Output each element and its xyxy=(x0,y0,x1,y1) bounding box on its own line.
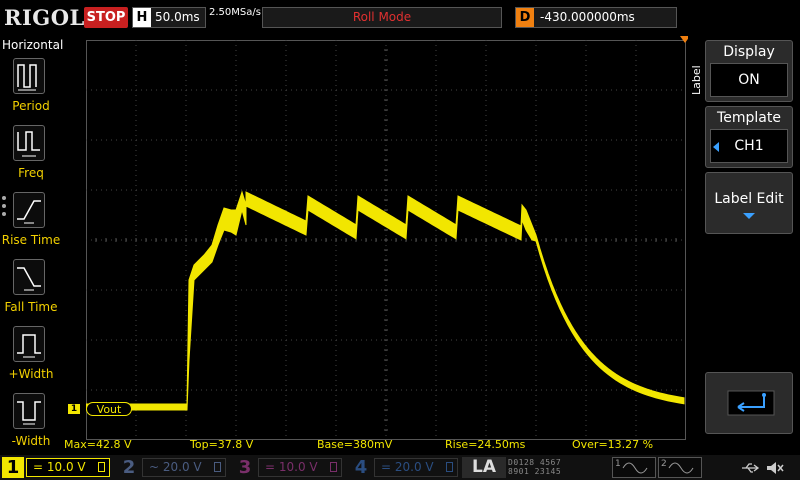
channel-2-scale-box: ~ 20.0 V xyxy=(142,458,226,477)
template-value: CH1 xyxy=(734,138,764,154)
measure-period-button[interactable]: Period xyxy=(0,58,62,124)
measure-positive-width-label: +Width xyxy=(8,367,54,381)
channel-4-scale: 20.0 V xyxy=(394,460,434,474)
channel-1-scale-box: = 10.0 V xyxy=(26,458,110,477)
channel-1-setting[interactable]: 1 = 10.0 V xyxy=(2,457,112,478)
channel-3-number: 3 xyxy=(238,457,252,478)
run-stop-indicator[interactable]: STOP xyxy=(84,7,128,28)
label-edit-button[interactable]: Label Edit xyxy=(705,172,793,234)
negative-width-icon xyxy=(13,393,45,429)
chevron-left-icon xyxy=(713,142,719,152)
channel-1-offset-marker[interactable]: 1 xyxy=(68,404,80,414)
channel-4-impedance-icon xyxy=(446,462,453,472)
waveform-display[interactable] xyxy=(86,40,686,440)
logic-analyzer-button[interactable]: LA xyxy=(462,457,506,478)
channel-2-setting[interactable]: 2 ~ 20.0 V xyxy=(118,457,228,478)
chevron-down-icon xyxy=(743,213,755,219)
measure-base: Base=380mV xyxy=(317,438,393,451)
channel-4-setting[interactable]: 4 = 20.0 V xyxy=(350,457,460,478)
measure-rise-time-button[interactable]: Rise Time xyxy=(0,192,62,258)
template-value-box: CH1 xyxy=(710,129,788,163)
frequency-icon xyxy=(13,125,45,161)
display-toggle[interactable]: Display ON xyxy=(705,40,793,102)
channel-3-scale-box: = 10.0 V xyxy=(258,458,342,477)
rise-time-icon xyxy=(13,192,45,228)
template-title: Template xyxy=(717,110,781,126)
measure-top: Top=37.8 V xyxy=(190,438,254,451)
digital-channel-status: D0128 4567 8901 23145 xyxy=(508,458,606,477)
measure-freq-button[interactable]: Freq xyxy=(0,125,62,191)
timebase-value: 50.0ms xyxy=(155,10,200,24)
measure-negative-width-label: -Width xyxy=(11,434,51,448)
display-title: Display xyxy=(723,44,775,60)
channel-1-label: Vout xyxy=(86,402,132,416)
sample-rate: 2.50MSa/s xyxy=(209,7,261,18)
measure-rise-time-label: Rise Time xyxy=(1,233,61,247)
channel-2-coupling-icon: ~ xyxy=(149,460,160,474)
measurement-results: Max=42.8 V Top=37.8 V Base=380mV Rise=24… xyxy=(62,437,690,453)
channel-4-scale-box: = 20.0 V xyxy=(374,458,458,477)
channel-2-impedance-icon xyxy=(214,462,221,472)
page-indicator-dots xyxy=(2,196,6,220)
brand-logo: RIGOL xyxy=(4,5,85,30)
positive-width-icon xyxy=(13,326,45,362)
channel-1-impedance-icon xyxy=(98,462,105,472)
label-edit-title: Label Edit xyxy=(714,191,784,207)
timebase-box[interactable]: H 50.0ms xyxy=(132,7,206,28)
return-arrow-icon xyxy=(727,390,775,416)
channel-4-coupling-icon: = xyxy=(381,460,392,474)
label-menu-tab: Label xyxy=(690,65,703,95)
channel-3-setting[interactable]: 3 = 10.0 V xyxy=(234,457,344,478)
acquisition-mode: Roll Mode xyxy=(262,7,502,28)
top-status-bar: RIGOL STOP H 50.0ms 2.50MSa/s Roll Mode … xyxy=(0,0,800,36)
measure-max: Max=42.8 V xyxy=(64,438,132,451)
period-icon xyxy=(13,58,45,94)
delay-box[interactable]: D -430.000000ms xyxy=(515,7,677,28)
back-button[interactable] xyxy=(705,372,793,434)
channel-status-bar: 1 = 10.0 V 2 ~ 20.0 V 3 = 10.0 V 4 = 20.… xyxy=(0,455,800,480)
measure-fall-time-label: Fall Time xyxy=(4,300,58,314)
measure-negative-width-button[interactable]: -Width xyxy=(0,393,62,459)
generator-1-number: 1 xyxy=(615,459,621,469)
channel-3-coupling-icon: = xyxy=(265,460,276,474)
generator-2-number: 2 xyxy=(661,459,667,469)
channel-2-scale: 20.0 V xyxy=(162,460,202,474)
delay-value: -430.000000ms xyxy=(540,10,635,24)
measure-overshoot: Over=13.27 % xyxy=(572,438,654,451)
channel-1-number: 1 xyxy=(2,457,24,478)
channel-2-number: 2 xyxy=(122,457,136,478)
graticule xyxy=(86,40,686,440)
measure-positive-width-button[interactable]: +Width xyxy=(0,326,62,392)
measure-period-label: Period xyxy=(12,99,50,113)
measure-fall-time-button[interactable]: Fall Time xyxy=(0,259,62,325)
generator-2-button[interactable]: 2 xyxy=(658,457,702,478)
measure-rise: Rise=24.50ms xyxy=(445,438,526,451)
channel-1-coupling-icon: = xyxy=(33,460,44,474)
template-selector[interactable]: Template CH1 xyxy=(705,106,793,168)
measure-freq-label: Freq xyxy=(18,166,44,180)
channel-3-impedance-icon xyxy=(330,462,337,472)
fall-time-icon xyxy=(13,259,45,295)
generator-1-button[interactable]: 1 xyxy=(612,457,656,478)
channel-1-scale: 10.0 V xyxy=(46,460,86,474)
channel-4-number: 4 xyxy=(354,457,368,478)
horizontal-tag: H xyxy=(133,8,151,27)
digital-channels-row-2: 8901 23145 xyxy=(508,467,562,476)
digital-channels-row-1: D0128 4567 xyxy=(508,458,562,467)
display-value: ON xyxy=(710,63,788,97)
measure-menu-title: Horizontal xyxy=(2,38,64,52)
channel-3-scale: 10.0 V xyxy=(278,460,318,474)
channel-1-waveform xyxy=(86,190,685,411)
delay-tag: D xyxy=(516,8,534,27)
speaker-muted-icon[interactable] xyxy=(765,460,785,476)
usb-icon xyxy=(742,463,760,473)
measure-menu: Horizontal Period Freq Rise Time Fall Ti… xyxy=(0,36,64,459)
